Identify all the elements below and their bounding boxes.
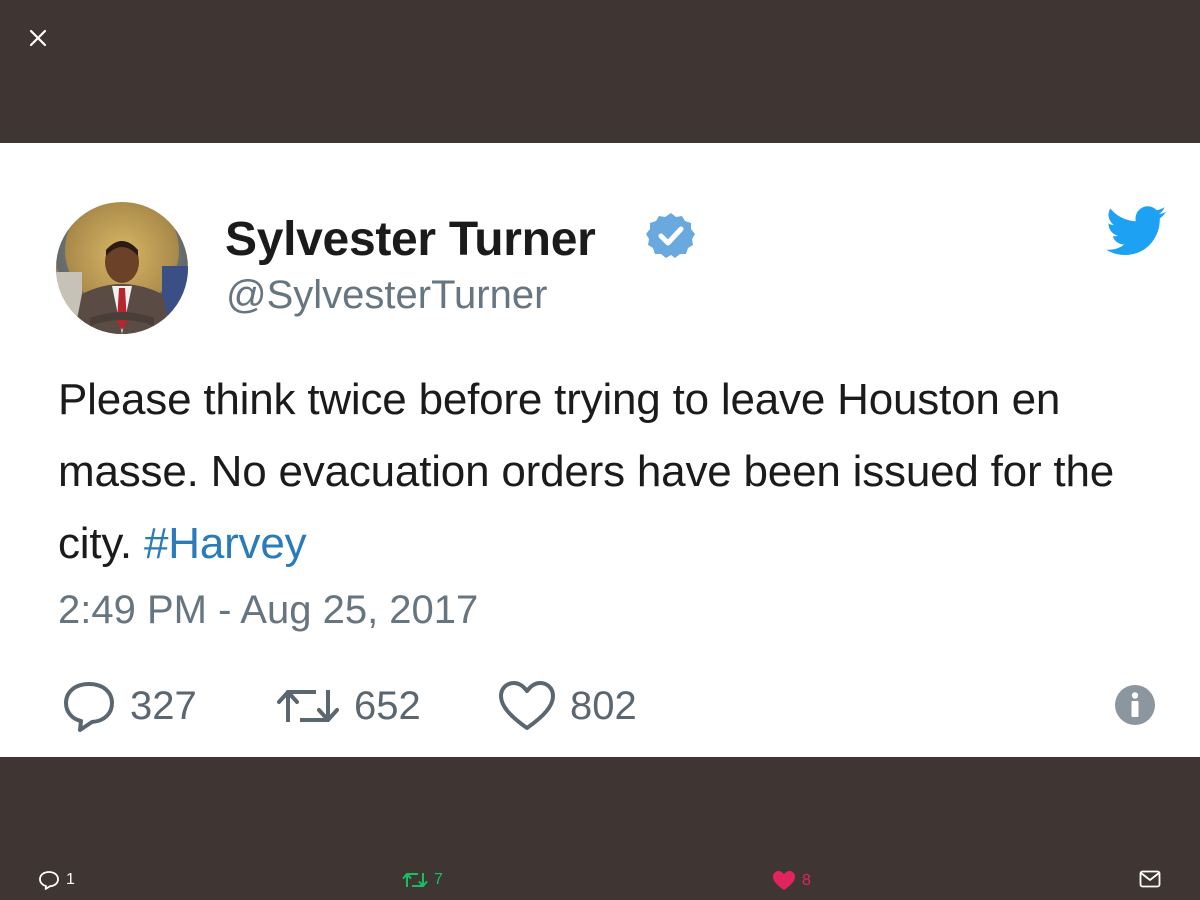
reply-button-count: 1 [66,871,75,888]
reply-button[interactable]: 1 [38,870,75,890]
retweet-button[interactable]: 7 [402,870,443,890]
reply-stat: 327 [62,676,197,736]
retweet-button-count: 7 [434,871,443,888]
close-icon [29,29,47,47]
tweet-text: Please think twice before trying to leav… [58,364,1168,580]
author-name: Sylvester Turner [225,213,596,266]
direct-message-button[interactable] [1139,870,1167,888]
verified-badge-icon [646,213,695,258]
envelope-icon [1139,870,1161,888]
like-count: 802 [570,683,637,728]
reply-count: 327 [130,683,197,728]
tweet-timestamp: 2:49 PM - Aug 25, 2017 [58,588,479,632]
reply-icon [64,682,114,732]
info-icon [1115,685,1155,725]
media-viewer: Sylvester Turner @SylvesterTurner Please… [0,0,1200,900]
retweet-icon [402,873,428,887]
like-stat: 802 [498,676,637,736]
media-action-bar: 1 7 8 [0,860,1200,900]
twitter-bird-icon [1106,206,1166,255]
retweet-count: 652 [354,683,421,728]
retweet-icon [277,690,339,722]
hashtag-link: #Harvey [143,519,307,568]
retweet-stat: 652 [276,676,421,736]
close-button[interactable] [24,24,52,52]
avatar [56,202,188,334]
reply-icon [39,871,59,890]
like-button[interactable]: 8 [772,870,811,891]
heart-icon [773,871,795,890]
heart-icon [499,681,555,730]
like-button-count: 8 [802,871,811,889]
author-handle: @SylvesterTurner [226,273,548,317]
